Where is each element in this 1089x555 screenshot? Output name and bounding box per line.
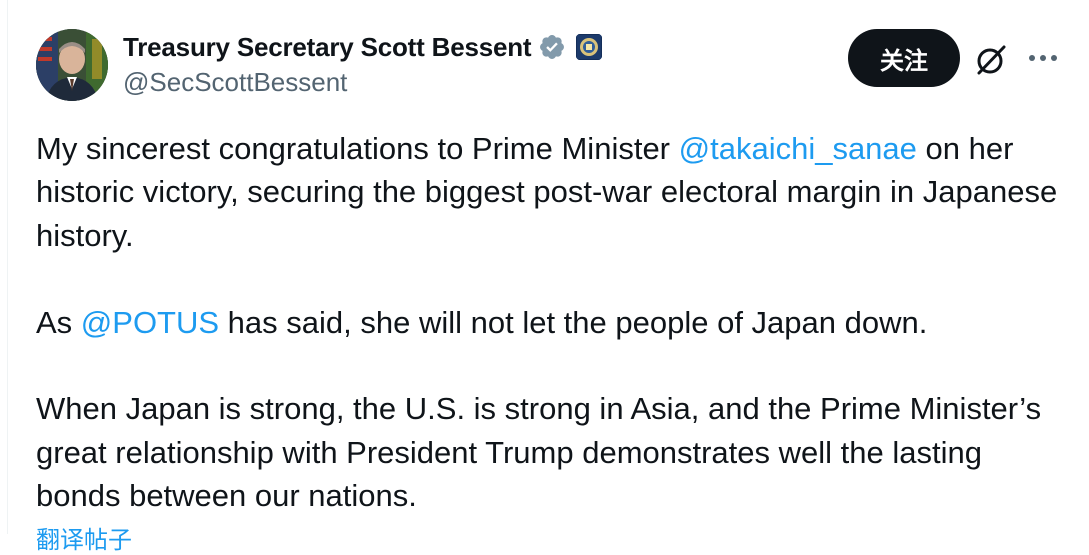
author-block: Treasury Secretary Scott Bessent @SecSco…: [123, 31, 603, 98]
author-handle[interactable]: @SecScottBessent: [123, 67, 602, 98]
tweet-paragraph: As @POTUS has said, she will not let the…: [36, 304, 928, 340]
grok-icon[interactable]: [972, 41, 1010, 79]
avatar[interactable]: [36, 29, 108, 101]
mention-link[interactable]: @takaichi_sanae: [679, 131, 917, 166]
treasury-seal-icon[interactable]: [576, 34, 603, 60]
tweet-header: Treasury Secretary Scott Bessent @SecSco…: [36, 29, 1089, 109]
tweet-text: My sincerest congratulations to Prime Mi…: [36, 127, 1066, 518]
mention-link[interactable]: @POTUS: [81, 305, 219, 340]
follow-button[interactable]: 关注: [848, 29, 960, 87]
tweet-paragraph: My sincerest congratulations to Prime Mi…: [36, 131, 1058, 253]
verified-badge-icon[interactable]: [538, 33, 566, 61]
translate-post-link[interactable]: 翻译帖子: [36, 520, 132, 555]
tweet-paragraph: When Japan is strong, the U.S. is strong…: [36, 391, 1042, 514]
more-options-icon[interactable]: [1023, 39, 1063, 77]
author-display-name[interactable]: Treasury Secretary Scott Bessent: [123, 32, 532, 63]
tweet-card: Treasury Secretary Scott Bessent @SecSco…: [7, 0, 1089, 554]
